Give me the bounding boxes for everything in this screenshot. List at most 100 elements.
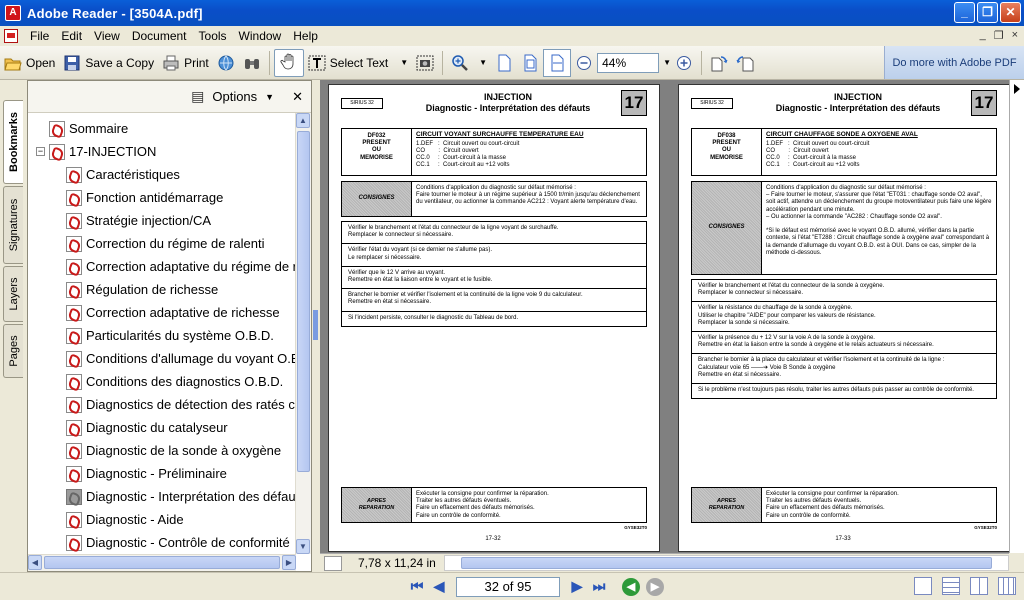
bookmark-label: Sommaire [69, 121, 129, 136]
save-copy-button[interactable]: Save a Copy [59, 49, 158, 77]
bookmark-item[interactable]: Diagnostics de détection des ratés c [66, 393, 295, 416]
maximize-button[interactable]: ❐ [977, 2, 998, 23]
check-step: Vérifier le branchement et l'état du con… [692, 280, 996, 303]
bookmark-item[interactable]: Diagnostic - Aide [66, 508, 184, 531]
doc-close-button[interactable]: × [1012, 29, 1018, 42]
close-button[interactable]: ✕ [1000, 2, 1021, 23]
scroll-thumb[interactable] [297, 131, 310, 472]
bookmark-item[interactable]: Correction adaptative de richesse [66, 301, 280, 324]
continuous-facing-layout-button[interactable] [998, 577, 1016, 595]
document-vertical-scrollbar[interactable] [1009, 80, 1024, 553]
bookmark-label: Fonction antidémarrage [86, 190, 224, 205]
scroll-right-arrow-icon[interactable] [1014, 84, 1020, 94]
snapshot-button[interactable] [412, 49, 438, 77]
document-horizontal-scrollbar[interactable] [444, 555, 1009, 571]
email-button[interactable] [213, 49, 239, 77]
fit-page-button[interactable] [517, 49, 543, 77]
bookmark-item[interactable]: Diagnostic - Interprétation des défau [66, 485, 296, 508]
menu-window[interactable]: Window [233, 29, 288, 43]
menu-view[interactable]: View [88, 29, 126, 43]
last-page-button[interactable]: ⏭ [588, 576, 610, 598]
bookmark-horizontal-scrollbar[interactable]: ◀ ▶ [28, 554, 296, 571]
tab-pages[interactable]: Pages [3, 324, 23, 378]
search-button[interactable] [239, 49, 265, 77]
next-page-button[interactable]: ▶ [566, 576, 588, 598]
bookmark-item[interactable]: Diagnostic - Contrôle de conformité [66, 531, 290, 554]
bookmark-item[interactable]: Particularités du système O.B.D. [66, 324, 274, 347]
bookmark-item[interactable]: Correction adaptative du régime de r [66, 255, 296, 278]
bookmark-item[interactable]: Stratégie injection/CA [66, 209, 211, 232]
bookmark-item[interactable]: Sommaire [36, 117, 128, 140]
tab-signatures[interactable]: Signatures [3, 186, 23, 264]
scroll-thumb[interactable] [461, 557, 992, 569]
zoom-in-tool-button[interactable]: ▼ [447, 49, 491, 77]
window-title: Adobe Reader - [3504A.pdf] [27, 5, 203, 21]
zoom-out-button[interactable] [571, 49, 597, 77]
doc-restore-button[interactable]: ❐ [994, 29, 1004, 42]
scroll-up-arrow[interactable]: ▲ [296, 113, 310, 128]
minimize-button[interactable]: _ [954, 2, 975, 23]
hand-tool-button[interactable] [273, 48, 304, 77]
print-button[interactable]: Print [158, 49, 213, 77]
page-number-input[interactable]: 32 of 95 [456, 576, 560, 597]
document-view[interactable]: SIRIUS 32 INJECTION Diagnostic - Interpr… [320, 80, 1010, 553]
panel-splitter[interactable] [312, 80, 320, 572]
zoom-in-button[interactable] [671, 49, 697, 77]
chevron-down-icon[interactable]: ▼ [400, 58, 408, 67]
doc-minimize-button[interactable]: _ [980, 29, 986, 42]
previous-view-button[interactable]: ◀ [622, 577, 640, 596]
bookmark-vertical-scrollbar[interactable]: ▲ ▼ [295, 113, 311, 554]
options-icon[interactable]: ▤ [191, 88, 204, 105]
actual-size-button[interactable] [491, 49, 517, 77]
chevron-down-icon[interactable]: ▼ [479, 58, 487, 67]
scroll-thumb[interactable] [44, 556, 280, 569]
bookmark-item[interactable]: Correction du régime de ralenti [66, 232, 264, 255]
options-menu[interactable]: Options [212, 89, 257, 104]
menu-file[interactable]: File [24, 29, 55, 43]
scroll-down-arrow[interactable]: ▼ [296, 539, 310, 554]
toolbar-separator [701, 50, 703, 75]
bookmark-label: Diagnostic - Interprétation des défau [86, 489, 296, 504]
previous-page-button[interactable]: ◀ [428, 576, 450, 598]
panel-close-button[interactable]: ✕ [292, 89, 303, 105]
menu-tools[interactable]: Tools [193, 29, 233, 43]
bookmark-item[interactable]: Diagnostic du catalyseur [66, 416, 228, 439]
bookmark-item[interactable]: Régulation de richesse [66, 278, 218, 301]
menu-edit[interactable]: Edit [55, 29, 88, 43]
toolbar: Open Save a Copy Print Select Text ▼ ▼ 4… [0, 46, 1024, 80]
menu-help[interactable]: Help [287, 29, 324, 43]
first-page-button[interactable]: ⏮ [406, 576, 428, 598]
do-more-adobe-button[interactable]: Do more with Adobe PDF [884, 46, 1024, 79]
check-step: Brancher le bornier à la place du calcul… [692, 354, 996, 384]
fault-code-line: 1.DEF : Circuit ouvert ou court-circuit [416, 140, 520, 147]
page-heading: INJECTION Diagnostic - Interprétation de… [399, 92, 617, 114]
bookmark-item[interactable]: Caractéristiques [66, 163, 180, 186]
consignes-label: CONSIGNES [342, 182, 412, 216]
continuous-layout-button[interactable] [942, 577, 960, 595]
select-text-button[interactable]: Select Text ▼ [304, 49, 412, 77]
splitter-grip[interactable] [313, 310, 318, 340]
zoom-level-input[interactable]: 44% [597, 52, 660, 73]
bookmark-item[interactable]: Conditions des diagnostics O.B.D. [66, 370, 283, 393]
next-view-button[interactable]: ▶ [646, 577, 664, 596]
tab-bookmarks[interactable]: Bookmarks [3, 100, 23, 184]
chevron-down-icon[interactable]: ▼ [265, 92, 274, 102]
single-page-layout-button[interactable] [914, 577, 932, 595]
rotate-counterclockwise-button[interactable] [732, 49, 758, 77]
collapse-toggle-icon[interactable]: − [36, 147, 45, 156]
fit-width-button[interactable] [543, 48, 572, 77]
open-button[interactable]: Open [0, 49, 59, 77]
bookmark-item[interactable]: Diagnostic - Préliminaire [66, 462, 227, 485]
bookmark-item[interactable]: Diagnostic de la sonde à oxygène [66, 439, 281, 462]
bookmark-item[interactable]: Conditions d'allumage du voyant O.E [66, 347, 296, 370]
scroll-left-arrow[interactable]: ◀ [28, 555, 42, 570]
bookmark-item[interactable]: Fonction antidémarrage [66, 186, 223, 209]
document-icon[interactable] [4, 29, 18, 43]
menu-document[interactable]: Document [126, 29, 193, 43]
bookmark-item[interactable]: − 17-INJECTION [36, 140, 156, 163]
tab-layers[interactable]: Layers [3, 266, 23, 322]
chevron-down-icon[interactable]: ▼ [663, 58, 671, 67]
rotate-clockwise-button[interactable] [706, 49, 732, 77]
scroll-right-arrow[interactable]: ▶ [282, 555, 296, 570]
facing-layout-button[interactable] [970, 577, 988, 595]
